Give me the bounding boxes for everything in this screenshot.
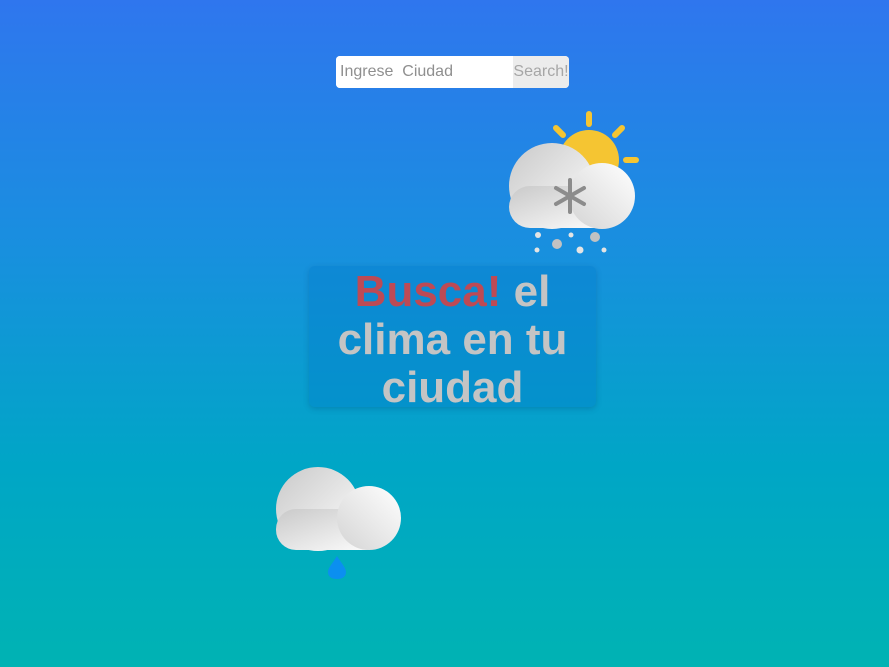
headline-card: Busca! el clima en tu ciudad [309, 266, 596, 412]
snow-dots-icon [534, 232, 607, 254]
sun-cloud-snow-icon [509, 111, 639, 254]
search-bar: Search! [336, 56, 569, 88]
search-button[interactable]: Search! [513, 56, 569, 88]
page-title: Busca! el clima en tu ciudad [309, 266, 596, 412]
cloud-rain-drop-icon [276, 467, 401, 579]
rain-drop-icon [328, 556, 346, 579]
headline-accent: Busca! [354, 267, 502, 316]
city-search-input[interactable] [336, 56, 513, 88]
cloud-icon [276, 467, 401, 551]
